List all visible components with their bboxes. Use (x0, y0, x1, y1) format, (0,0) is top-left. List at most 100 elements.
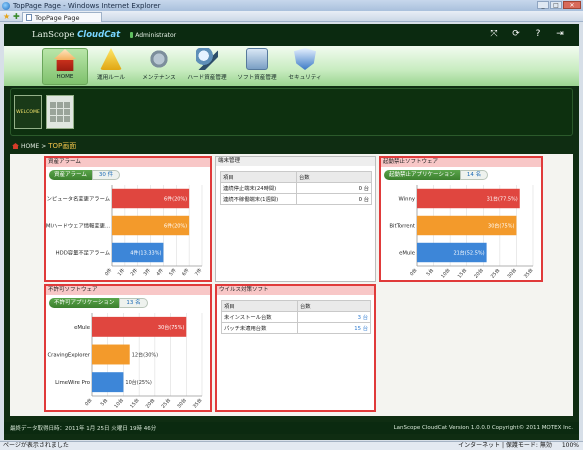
tick-label: 25台 (489, 267, 501, 280)
version-info: LanScope CloudCat Version 1.0.0.0 Copyri… (393, 425, 573, 431)
user-name: Administrator (135, 31, 177, 39)
add-favorites-icon[interactable]: ✚ (13, 12, 20, 21)
data-label: 10台(25%) (125, 379, 151, 386)
hardware-icon (196, 48, 218, 70)
tick-label: 30台 (175, 397, 187, 410)
data-label: 21台(52.5%) (453, 250, 484, 257)
terminal-panel: 端末管理 項目 台数 連続停止端末(24時間) 0 台 連続不稼働端末(1週間)… (215, 156, 376, 282)
table-row[interactable]: パッチ未適用台数 15 台 (221, 322, 371, 334)
prohibited-summary[interactable]: 起動禁止アプリケーション 14 名 (384, 170, 489, 180)
favorites-star-icon[interactable]: ★ (3, 12, 10, 21)
data-label: 6件(20%) (164, 196, 187, 203)
prohibited-chart-svg: 0台 5台 10台 15台 20台 25台 30台 35台 Winny 31台(77.5%) Bit… (389, 185, 535, 280)
calculator-icon[interactable] (46, 95, 74, 129)
category-label: LimeWire Pro (55, 380, 90, 386)
table-header-row: 項目 台数 (220, 171, 372, 183)
breadcrumb: HOME > TOP画面 (12, 141, 76, 151)
panel-title: 資産アラーム (46, 158, 210, 167)
dashboard: 資産アラーム 資産アラーム 30 件 0件 1件 2件 3件 4件 5件 6件 7件 コンピュー… (10, 154, 573, 416)
tick-label: 5件 (167, 267, 178, 278)
tick-label: 1件 (116, 267, 127, 278)
prohibited-pill[interactable]: 起動禁止アプリケーション (384, 170, 460, 180)
breadcrumb-home-icon (12, 143, 19, 149)
tick-label: 4件 (155, 267, 166, 278)
row-count: 0 台 (296, 182, 372, 194)
unauthorized-chart-svg: 0台 5台 10台 15台 20台 25台 30台 35台 eMule 30台(75%) Cravi… (47, 313, 204, 410)
prohibited-count[interactable]: 14 名 (459, 170, 489, 180)
menu-maintenance[interactable]: メンテナンス (136, 48, 182, 85)
tab-label: TopPage Page (35, 13, 80, 22)
minimize-button[interactable]: _ (537, 1, 549, 9)
logout-icon[interactable]: ⇥ (555, 29, 565, 39)
antivirus-panel: ウイルス対策ソフト 項目 台数 未インストール台数 3 台 パッチ未適用台数 1… (215, 284, 376, 412)
panel-title: ウイルス対策ソフト (217, 286, 374, 295)
row-count: 0 台 (296, 193, 372, 205)
menu-home[interactable]: HOME (42, 48, 88, 85)
alarm-count[interactable]: 30 件 (91, 170, 121, 180)
row-item: パッチ未適用台数 (221, 322, 298, 334)
data-label: 30台(75%) (488, 223, 514, 230)
widget-bar: WELCOME (10, 88, 573, 136)
table-header-row: 項目 台数 (221, 300, 371, 312)
tick-label: 10台 (113, 397, 125, 410)
row-item: 未インストール台数 (221, 311, 298, 323)
menu-software[interactable]: ソフト資産管理 (234, 48, 280, 85)
tick-label: 35台 (522, 267, 534, 280)
category-label: eMule (399, 251, 415, 257)
tick-label: 10台 (439, 267, 451, 280)
column-header: 項目 (221, 300, 298, 312)
window-controls: _ □ ✕ (537, 1, 581, 9)
row-count-link[interactable]: 15 台 (297, 322, 371, 334)
panel-title: 端末管理 (216, 157, 375, 166)
welcome-widget[interactable]: WELCOME (14, 95, 42, 129)
category-label: コンピュータ名変更アラーム (46, 195, 110, 203)
tick-label: 2件 (129, 267, 140, 278)
menu-rules[interactable]: 運用ルール (88, 48, 134, 85)
tick-label: 20台 (144, 397, 156, 410)
zoom-level[interactable]: 100% (562, 442, 579, 450)
bar (92, 372, 124, 393)
refresh-icon[interactable]: ⟳ (511, 29, 521, 39)
tick-label: 15台 (128, 397, 140, 410)
tab-toppage[interactable]: TopPage Page (22, 12, 102, 22)
alarm-summary[interactable]: 資産アラーム 30 件 (49, 170, 121, 180)
table-row[interactable]: 連続不稼働端末(1週間) 0 台 (220, 193, 372, 205)
tick-label: 0台 (83, 397, 94, 408)
tab-bar: ★ ✚ TopPage Page (0, 11, 583, 22)
row-count-link[interactable]: 3 台 (297, 311, 371, 323)
row-item: 連続不稼働端末(1週間) (220, 193, 297, 205)
help-icon[interactable]: ? (533, 29, 543, 39)
fullscreen-icon[interactable]: ⤧ (489, 29, 499, 39)
menu-home-label: HOME (56, 74, 74, 80)
maximize-button[interactable]: □ (550, 1, 562, 9)
column-header: 台数 (297, 300, 371, 312)
close-button[interactable]: ✕ (563, 1, 581, 9)
column-header: 台数 (296, 171, 372, 183)
prohibited-chart: 0台 5台 10台 15台 20台 25台 30台 35台 Winny 31台(77.5%) Bit… (381, 183, 541, 282)
tick-label: 0件 (103, 267, 114, 278)
maintenance-icon (148, 48, 170, 70)
asset-alarm-chart-svg: 0件 1件 2件 3件 4件 5件 6件 7件 コンピュータ名変更アラーム 6件(20%) DMIハ… (41, 185, 204, 278)
alarm-pill[interactable]: 資産アラーム (49, 170, 92, 180)
asset-alarm-chart: 0件 1件 2件 3件 4件 5件 6件 7件 コンピュータ名変更アラーム 6件(20%) DMIハ… (41, 183, 210, 282)
breadcrumb-home[interactable]: HOME (21, 143, 39, 150)
table-row[interactable]: 未インストール台数 3 台 (221, 311, 371, 323)
menu-hardware[interactable]: ハード資産管理 (184, 48, 230, 85)
data-label: 31台(77.5%) (487, 196, 518, 203)
unauthorized-pill[interactable]: 不許可アプリケーション (49, 298, 120, 308)
tick-label: 6件 (180, 267, 191, 278)
header-icons: ⤧ ⟳ ? ⇥ (489, 29, 565, 39)
table-row[interactable]: 連続停止端末(24時間) 0 台 (220, 182, 372, 194)
menu-security[interactable]: セキュリティ (282, 48, 328, 85)
unauthorized-count[interactable]: 13 名 (119, 298, 148, 308)
data-label: 12台(30%) (132, 352, 158, 359)
security-zone[interactable]: インターネット | 保護モード: 無効 (458, 442, 552, 450)
app-footer: 最終データ取得日時：2011年 1月 25日 火曜日 19時 46分 LanSc… (4, 422, 579, 434)
unauthorized-summary[interactable]: 不許可アプリケーション 13 名 (49, 298, 148, 308)
data-label: 6件(20%) (164, 223, 187, 230)
user-icon (130, 32, 134, 38)
app-header: LanScope CloudCat Administrator ⤧ ⟳ ? ⇥ (4, 24, 579, 46)
app-logo: LanScope CloudCat (32, 30, 121, 40)
breadcrumb-current: TOP画面 (48, 142, 77, 150)
terminal-table: 項目 台数 連続停止端末(24時間) 0 台 連続不稼働端末(1週間) 0 台 (220, 171, 372, 205)
